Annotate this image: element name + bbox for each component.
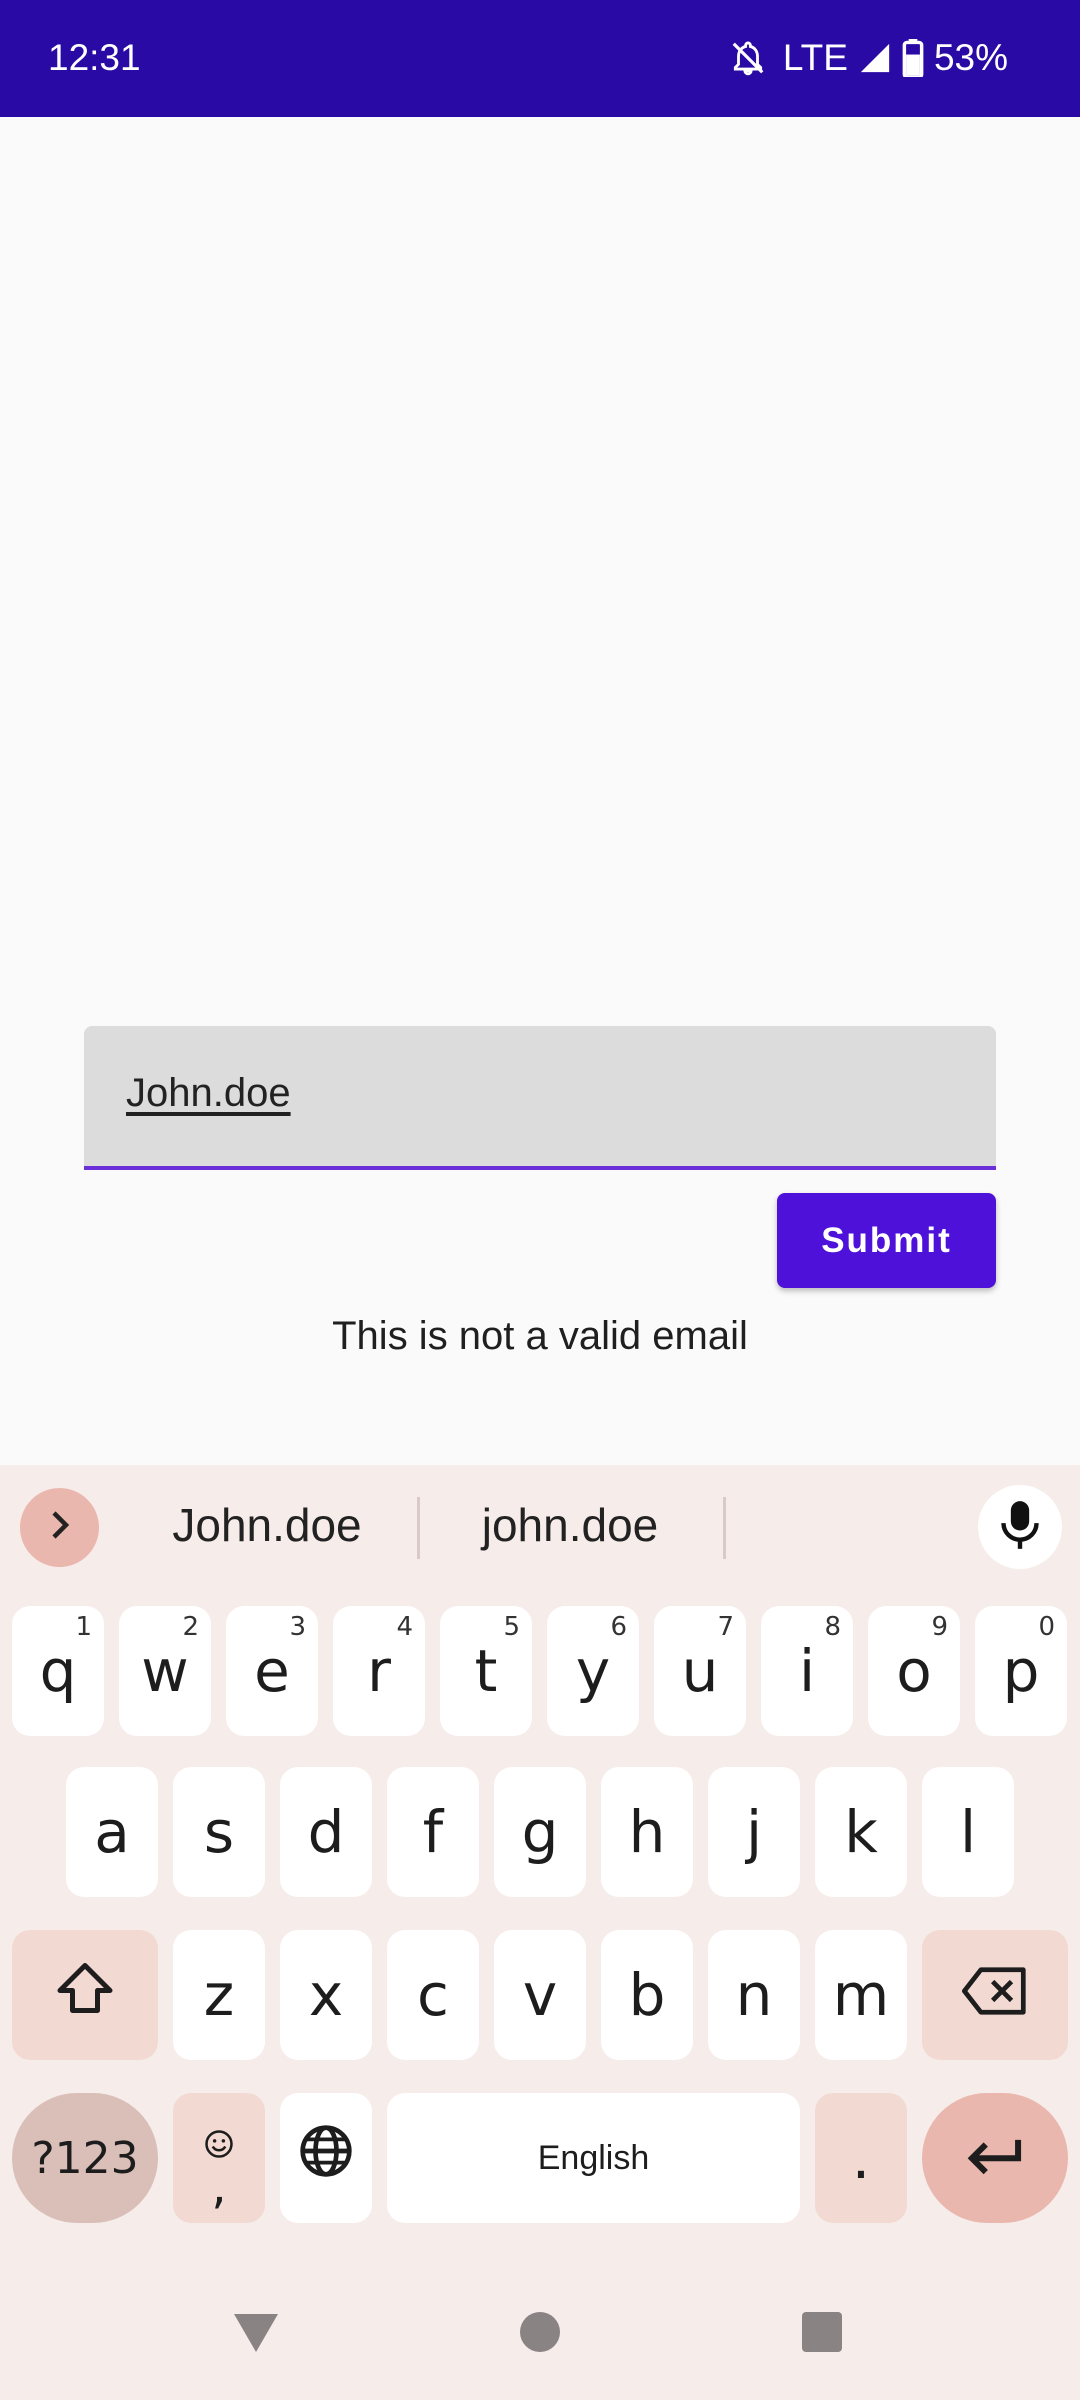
backspace-icon (962, 1961, 1028, 2029)
suggestion-strip: John.doe john.doe (0, 1465, 1080, 1585)
enter-key[interactable] (922, 2093, 1068, 2223)
key-l[interactable]: l (922, 1767, 1014, 1897)
comma-label: , (211, 2158, 227, 2215)
enter-icon (965, 2124, 1025, 2192)
home-nav-icon[interactable] (520, 2312, 560, 2357)
mic-icon (998, 1499, 1042, 1556)
suggestion-2[interactable]: john.doe (425, 1490, 715, 1560)
key-c[interactable]: c (387, 1930, 479, 2060)
submit-button[interactable]: Submit (777, 1193, 996, 1288)
key-m[interactable]: m (815, 1930, 907, 2060)
key-o[interactable]: o9 (868, 1606, 960, 1736)
key-r[interactable]: r4 (333, 1606, 425, 1736)
soft-keyboard: John.doe john.doe q1 w2 e3 r4 t5 y6 u7 i… (0, 1465, 1080, 2400)
signal-icon (858, 41, 892, 75)
key-a[interactable]: a (66, 1767, 158, 1897)
key-k[interactable]: k (815, 1767, 907, 1897)
error-message: This is not a valid email (332, 1314, 748, 1358)
chevron-right-icon (42, 1507, 78, 1548)
network-type: LTE (782, 37, 848, 78)
key-d[interactable]: d (280, 1767, 372, 1897)
status-icons: LTE 53% (729, 34, 1008, 82)
battery-percent: 53% (933, 37, 1008, 78)
key-b[interactable]: b (601, 1930, 693, 2060)
voice-input-button[interactable] (978, 1485, 1062, 1569)
space-key[interactable]: English (387, 2093, 800, 2223)
shift-key[interactable] (12, 1930, 158, 2060)
key-h[interactable]: h (601, 1767, 693, 1897)
mute-icon (729, 38, 767, 78)
key-q[interactable]: q1 (12, 1606, 104, 1736)
key-p[interactable]: p0 (975, 1606, 1067, 1736)
suggestion-1[interactable]: John.doe (122, 1490, 412, 1560)
key-v[interactable]: v (494, 1930, 586, 2060)
status-bar: 12:31 LTE 53% (0, 0, 1080, 117)
key-s[interactable]: s (173, 1767, 265, 1897)
language-key[interactable] (280, 2093, 372, 2223)
battery-icon (902, 39, 924, 77)
key-w[interactable]: w2 (119, 1606, 211, 1736)
email-field-value: John.doe (126, 1071, 291, 1115)
toolbar-expand-button[interactable] (20, 1488, 99, 1567)
status-time: 12:31 (48, 37, 141, 78)
key-t[interactable]: t5 (440, 1606, 532, 1736)
key-z[interactable]: z (173, 1930, 265, 2060)
period-key[interactable]: . (815, 2093, 907, 2223)
key-f[interactable]: f (387, 1767, 479, 1897)
key-j[interactable]: j (708, 1767, 800, 1897)
key-g[interactable]: g (494, 1767, 586, 1897)
shift-icon (55, 1960, 115, 2030)
key-e[interactable]: e3 (226, 1606, 318, 1736)
suggestion-divider (723, 1497, 726, 1559)
key-i[interactable]: i8 (761, 1606, 853, 1736)
key-u[interactable]: u7 (654, 1606, 746, 1736)
key-n[interactable]: n (708, 1930, 800, 2060)
email-field[interactable]: John.doe (84, 1026, 996, 1170)
suggestion-divider (417, 1497, 420, 1559)
globe-icon (298, 2123, 354, 2193)
backspace-key[interactable] (922, 1930, 1068, 2060)
system-navigation-bar (0, 2270, 1080, 2400)
recents-nav-icon[interactable] (802, 2312, 842, 2357)
key-x[interactable]: x (280, 1930, 372, 2060)
back-nav-icon[interactable] (232, 2312, 280, 2359)
key-y[interactable]: y6 (547, 1606, 639, 1736)
symbols-key[interactable]: ?123 (12, 2093, 158, 2223)
emoji-comma-key[interactable]: , (173, 2093, 265, 2223)
